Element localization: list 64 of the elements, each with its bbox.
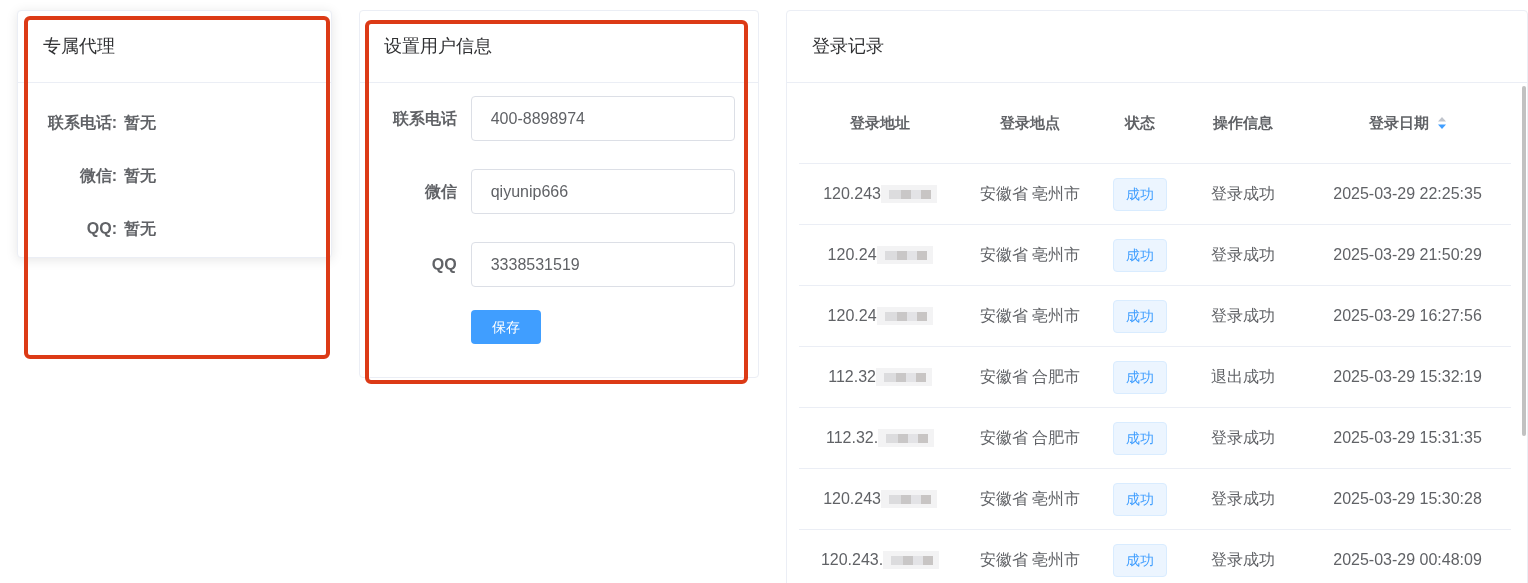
pixelated-blur-drawing — [881, 490, 937, 508]
table-cell-text: 登录成功 — [1210, 306, 1275, 326]
table-cell-text: 120.243. — [820, 550, 884, 570]
table-cell-text: 2025-03-29 15:31:35 — [1333, 428, 1482, 448]
column-header: 登录地点 — [1000, 112, 1061, 133]
table-cell-text: 登录成功 — [1210, 489, 1275, 509]
table-cell-text: 2025-03-29 15:30:28 — [1333, 489, 1482, 509]
field-label: QQ: — [85, 219, 118, 239]
table-cell-text: 安徽省 亳州市 — [979, 550, 1081, 570]
table-cell-text: 120.243 — [823, 184, 881, 204]
table-cell-text: 2025-03-29 15:32:19 — [1333, 367, 1482, 387]
column-header: 登录日期 — [1368, 112, 1429, 133]
card-title: 设置用户信息 — [383, 35, 492, 58]
pixelated-blur-drawing — [875, 368, 932, 386]
table-cell-text: 2025-03-29 21:50:29 — [1333, 245, 1482, 265]
pixelated-blur-drawing — [878, 429, 935, 447]
status-tag: 成功 — [1113, 360, 1168, 394]
table-cell-text: 登录成功 — [1210, 428, 1275, 448]
scrollbar[interactable] — [1522, 86, 1527, 436]
status-tag: 成功 — [1113, 177, 1168, 211]
column-header: 登录地址 — [850, 112, 911, 133]
pixelated-blur-drawing — [876, 307, 933, 325]
table-cell-text: 120.24 — [827, 245, 877, 265]
table-cell-text: 安徽省 合肥市 — [979, 428, 1081, 448]
field-label: 微信: — [78, 166, 118, 186]
table-cell-text: 112.32. — [825, 428, 879, 448]
input-field[interactable]: 400-8898974 — [470, 96, 735, 141]
status-tag: 成功 — [1113, 543, 1168, 577]
table-cell-text: 安徽省 亳州市 — [979, 489, 1081, 509]
status-tag: 成功 — [1113, 299, 1168, 333]
status-tag: 成功 — [1113, 421, 1168, 455]
field-value: 暂无 — [124, 166, 156, 186]
column-header: 状态 — [1125, 112, 1156, 133]
column-header: 操作信息 — [1212, 112, 1273, 133]
card-title: 登录记录 — [812, 35, 885, 58]
table-cell-text: 2025-03-29 00:48:09 — [1333, 550, 1482, 570]
card-title: 专属代理 — [43, 35, 115, 58]
sort-icon[interactable] — [1436, 116, 1447, 130]
input-field[interactable]: 3338531519 — [470, 242, 735, 287]
pixelated-blur-drawing — [876, 246, 933, 264]
table-cell-text: 退出成功 — [1210, 367, 1275, 387]
field-label: 联系电话: — [46, 113, 118, 133]
pixelated-blur-drawing — [881, 185, 937, 203]
table-cell-text: 120.243 — [823, 489, 881, 509]
table-cell-text: 登录成功 — [1210, 550, 1275, 570]
field-value: 暂无 — [124, 113, 156, 133]
table-cell-text: 安徽省 亳州市 — [979, 184, 1081, 204]
input-field[interactable]: qiyunip666 — [470, 169, 735, 214]
status-tag: 成功 — [1113, 482, 1168, 516]
field-value: 暂无 — [124, 219, 156, 239]
field-label: 联系电话 — [391, 108, 458, 129]
table-cell-text: 2025-03-29 22:25:35 — [1333, 184, 1482, 204]
field-label: 微信 — [423, 181, 458, 202]
table-cell-text: 安徽省 亳州市 — [979, 245, 1081, 265]
table-cell-text: 安徽省 亳州市 — [979, 306, 1081, 326]
status-tag: 成功 — [1113, 238, 1168, 272]
table-cell-text: 登录成功 — [1210, 184, 1275, 204]
table-cell-text: 120.24 — [827, 306, 877, 326]
field-label: QQ — [430, 254, 458, 275]
table-cell-text: 安徽省 合肥市 — [979, 367, 1081, 387]
table-cell-text: 112.32 — [828, 367, 876, 387]
table-cell-text: 登录成功 — [1210, 245, 1275, 265]
table-cell-text: 2025-03-29 16:27:56 — [1333, 306, 1482, 326]
pixelated-blur-drawing — [883, 551, 940, 569]
